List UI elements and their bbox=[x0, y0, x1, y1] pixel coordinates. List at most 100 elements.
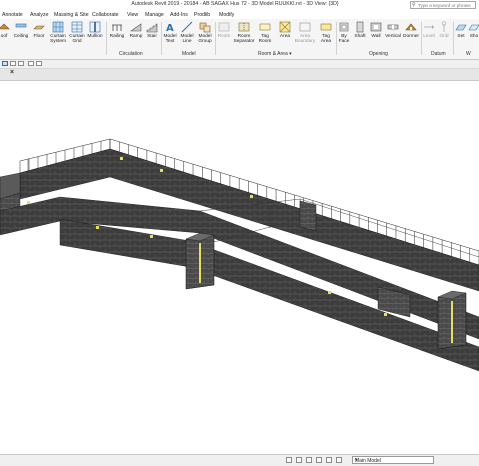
grid-button[interactable]: Grid bbox=[437, 21, 451, 49]
select-links-icon[interactable] bbox=[316, 457, 322, 463]
filter-icon[interactable] bbox=[28, 61, 34, 66]
close-view-icon[interactable]: × bbox=[10, 69, 14, 76]
level-button[interactable]: Level bbox=[422, 21, 436, 49]
area-boundary-button[interactable]: Area Boundary bbox=[293, 21, 317, 49]
vertical-button[interactable]: Vertical bbox=[384, 21, 402, 49]
tab-analyze[interactable]: Analyze bbox=[30, 12, 48, 18]
svg-text:A: A bbox=[166, 23, 174, 33]
tab-prodlib[interactable]: Prodlib bbox=[194, 12, 210, 18]
wall-opening-icon bbox=[370, 22, 382, 32]
stair-button[interactable]: Stair bbox=[145, 21, 159, 49]
model-line-label: Model Line bbox=[180, 34, 194, 44]
tag-room-button[interactable]: Tag Room bbox=[257, 21, 273, 49]
view-tab-bar: × bbox=[0, 69, 479, 81]
area-icon bbox=[279, 21, 291, 33]
dormer-button[interactable]: Dormer bbox=[402, 21, 420, 49]
roof-button[interactable]: oof bbox=[0, 21, 11, 49]
mullion-button[interactable]: Mullion bbox=[86, 21, 104, 49]
panel-separator bbox=[106, 22, 107, 55]
set-work-plane-icon bbox=[455, 24, 467, 31]
ramp-icon bbox=[130, 23, 142, 32]
area-boundary-icon bbox=[299, 22, 311, 32]
stair-tower bbox=[185, 232, 215, 290]
dormer-icon bbox=[405, 23, 417, 31]
wall-opening-button[interactable]: Wall bbox=[369, 21, 383, 49]
shaft-button[interactable]: Shaft bbox=[352, 21, 368, 49]
show-work-plane-icon bbox=[468, 24, 479, 31]
room-icon bbox=[218, 22, 230, 32]
work-plane-panel-label: W bbox=[466, 51, 471, 57]
grid-icon bbox=[441, 21, 447, 32]
railing-label: Railing bbox=[109, 34, 125, 39]
right-stair-tower bbox=[437, 290, 467, 350]
show-button[interactable]: Sho bbox=[468, 21, 479, 49]
model-text-button[interactable]: A Model Text bbox=[162, 21, 178, 49]
tag-area-button[interactable]: Tag Area bbox=[318, 21, 334, 49]
model-text-label: Model Text bbox=[163, 34, 177, 44]
wall-opening-label: Wall bbox=[371, 34, 381, 39]
editable-only-icon[interactable] bbox=[306, 457, 312, 463]
ramp-button[interactable]: Ramp bbox=[128, 21, 144, 49]
by-face-label: By Face bbox=[338, 34, 350, 44]
curtain-system-label: Curtain System bbox=[50, 34, 66, 44]
tab-view[interactable]: View bbox=[127, 12, 138, 18]
vertical-label: Vertical bbox=[385, 34, 401, 39]
tag-area-label: Tag Area bbox=[320, 34, 332, 44]
design-options-icon[interactable] bbox=[296, 457, 302, 463]
filter-count-icon[interactable] bbox=[336, 457, 342, 463]
search-input[interactable]: ⚲ Type a keyword or phrase bbox=[410, 1, 476, 9]
circulation-panel-label: Circulation bbox=[119, 51, 143, 57]
ramp-label: Ramp bbox=[129, 34, 143, 39]
by-face-icon bbox=[339, 22, 349, 32]
chevron-down-icon: ▾ bbox=[355, 457, 358, 463]
room-area-panel-label[interactable]: Room & Area ▾ bbox=[258, 51, 292, 57]
tab-modify[interactable]: Modify bbox=[219, 12, 234, 18]
window-title: Autodesk Revit 2019 - 20184 - AB SAGAX H… bbox=[131, 1, 339, 7]
type-selector-icon[interactable] bbox=[18, 61, 24, 66]
tab-massing-site[interactable]: Massing & Site bbox=[54, 12, 89, 18]
modify-icon[interactable] bbox=[2, 61, 8, 66]
room-separator-label: Room Separator bbox=[233, 34, 255, 44]
by-face-button[interactable]: By Face bbox=[337, 21, 351, 49]
ceiling-button[interactable]: Ceiling bbox=[12, 21, 30, 49]
tab-add-ins[interactable]: Add-Ins bbox=[170, 12, 188, 18]
railing-icon bbox=[112, 24, 122, 31]
floor-button[interactable]: Floor bbox=[32, 21, 46, 49]
3d-viewport[interactable] bbox=[0, 81, 479, 454]
ribbon-tab-bar: Annotate Analyze Massing & Site Collabor… bbox=[0, 11, 479, 19]
level-label: Level bbox=[423, 34, 435, 39]
set-label: Set bbox=[457, 34, 465, 39]
view-icon[interactable] bbox=[36, 61, 42, 66]
active-model-select[interactable]: Main Model ▾ bbox=[352, 456, 434, 464]
tab-collaborate[interactable]: Collaborate bbox=[92, 12, 119, 18]
model-line-button[interactable]: Model Line bbox=[179, 21, 195, 49]
room-separator-button[interactable]: Room Separator bbox=[233, 21, 255, 49]
roof-icon bbox=[0, 23, 10, 30]
shaft-label: Shaft bbox=[354, 34, 366, 39]
worksets-icon[interactable] bbox=[286, 457, 292, 463]
status-bar: Main Model ▾ bbox=[0, 454, 479, 466]
3d-model-drawing bbox=[0, 138, 479, 372]
room-button[interactable]: Room bbox=[216, 21, 232, 49]
set-button[interactable]: Set bbox=[454, 21, 468, 49]
search-icon: ⚲ bbox=[412, 2, 416, 8]
shaft-icon bbox=[356, 21, 364, 33]
curtain-system-button[interactable]: Curtain System bbox=[48, 21, 68, 49]
select-underlay-icon[interactable] bbox=[326, 457, 332, 463]
datum-panel-label: Datum bbox=[431, 51, 446, 57]
options-bar bbox=[0, 60, 479, 69]
model-group-label: Model Group bbox=[198, 34, 212, 44]
curtain-grid-button[interactable]: Curtain Grid bbox=[68, 21, 86, 49]
stair-icon bbox=[146, 23, 158, 33]
ceiling-icon bbox=[15, 23, 27, 28]
area-button[interactable]: Area bbox=[277, 21, 293, 49]
properties-icon[interactable] bbox=[10, 61, 16, 66]
model-group-button[interactable]: Model Group bbox=[196, 21, 214, 49]
tag-area-icon bbox=[320, 23, 332, 31]
model-group-icon bbox=[199, 22, 211, 33]
railing-button[interactable]: Railing bbox=[108, 21, 126, 49]
tab-manage[interactable]: Manage bbox=[145, 12, 164, 18]
stair-label: Stair bbox=[147, 34, 157, 39]
tab-annotate[interactable]: Annotate bbox=[2, 12, 23, 18]
ceiling-label: Ceiling bbox=[13, 34, 29, 39]
